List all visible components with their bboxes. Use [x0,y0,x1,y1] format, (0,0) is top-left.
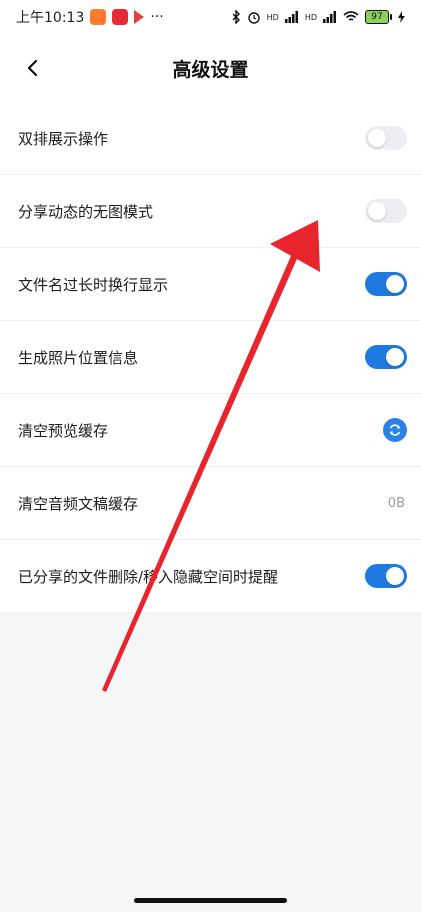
battery-level: 97 [365,10,389,24]
clear-preview-cache-button[interactable] [383,418,407,442]
filename-wrap-toggle[interactable] [365,272,407,296]
refresh-icon [389,424,401,436]
setting-row-no-image-share[interactable]: 分享动态的无图模式 [0,175,421,248]
setting-row-photo-location[interactable]: 生成照片位置信息 [0,321,421,394]
setting-row-clear-audio-cache[interactable]: 清空音频文稿缓存 0B [0,467,421,540]
status-right: HD HD 97 [231,0,405,34]
signal-icon [323,11,336,23]
setting-label: 生成照片位置信息 [18,348,139,367]
play-notification-icon [134,10,145,24]
app-notification-icon [112,9,129,25]
page-title: 高级设置 [172,58,249,81]
app-notification-icon [90,9,107,25]
photo-location-toggle[interactable] [365,345,407,369]
nav-bar: 高级设置 [0,34,421,102]
setting-label: 双排展示操作 [18,129,109,148]
setting-row-filename-wrap[interactable]: 文件名过长时换行显示 [0,248,421,321]
status-left: 上午10:13 ··· [16,0,164,34]
more-notifications-icon: ··· [150,9,164,25]
status-bar: 上午10:13 ··· HD HD 97 [0,0,421,34]
bluetooth-icon [232,10,240,24]
setting-row-delete-reminder[interactable]: 已分享的文件删除/移入隐藏空间时提醒 [0,540,421,613]
cache-size-value: 0B [387,495,405,511]
setting-row-clear-preview-cache[interactable]: 清空预览缓存 [0,394,421,467]
setting-label: 分享动态的无图模式 [18,202,154,221]
alarm-icon [247,12,260,24]
signal-hd-label: HD [266,12,279,22]
delete-reminder-toggle[interactable] [365,564,407,588]
signal-hd-label: HD [304,12,317,22]
dual-layout-toggle[interactable] [365,126,407,150]
setting-label: 清空预览缓存 [18,421,109,440]
battery-icon: 97 [365,10,392,24]
settings-list: 双排展示操作 分享动态的无图模式 文件名过长时换行显示 生成照片位置信息 清空预… [0,102,421,613]
wifi-icon [343,11,359,21]
chevron-left-icon [27,59,38,77]
charging-icon [398,11,405,23]
home-indicator[interactable] [134,898,287,903]
no-image-share-toggle[interactable] [365,199,407,223]
status-time: 上午10:13 [16,10,85,26]
setting-label: 文件名过长时换行显示 [18,275,169,294]
setting-label: 清空音频文稿缓存 [18,494,139,513]
back-button[interactable] [18,54,46,82]
setting-label: 已分享的文件删除/移入隐藏空间时提醒 [18,567,279,586]
setting-row-dual-layout[interactable]: 双排展示操作 [0,102,421,175]
signal-icon [284,11,298,23]
